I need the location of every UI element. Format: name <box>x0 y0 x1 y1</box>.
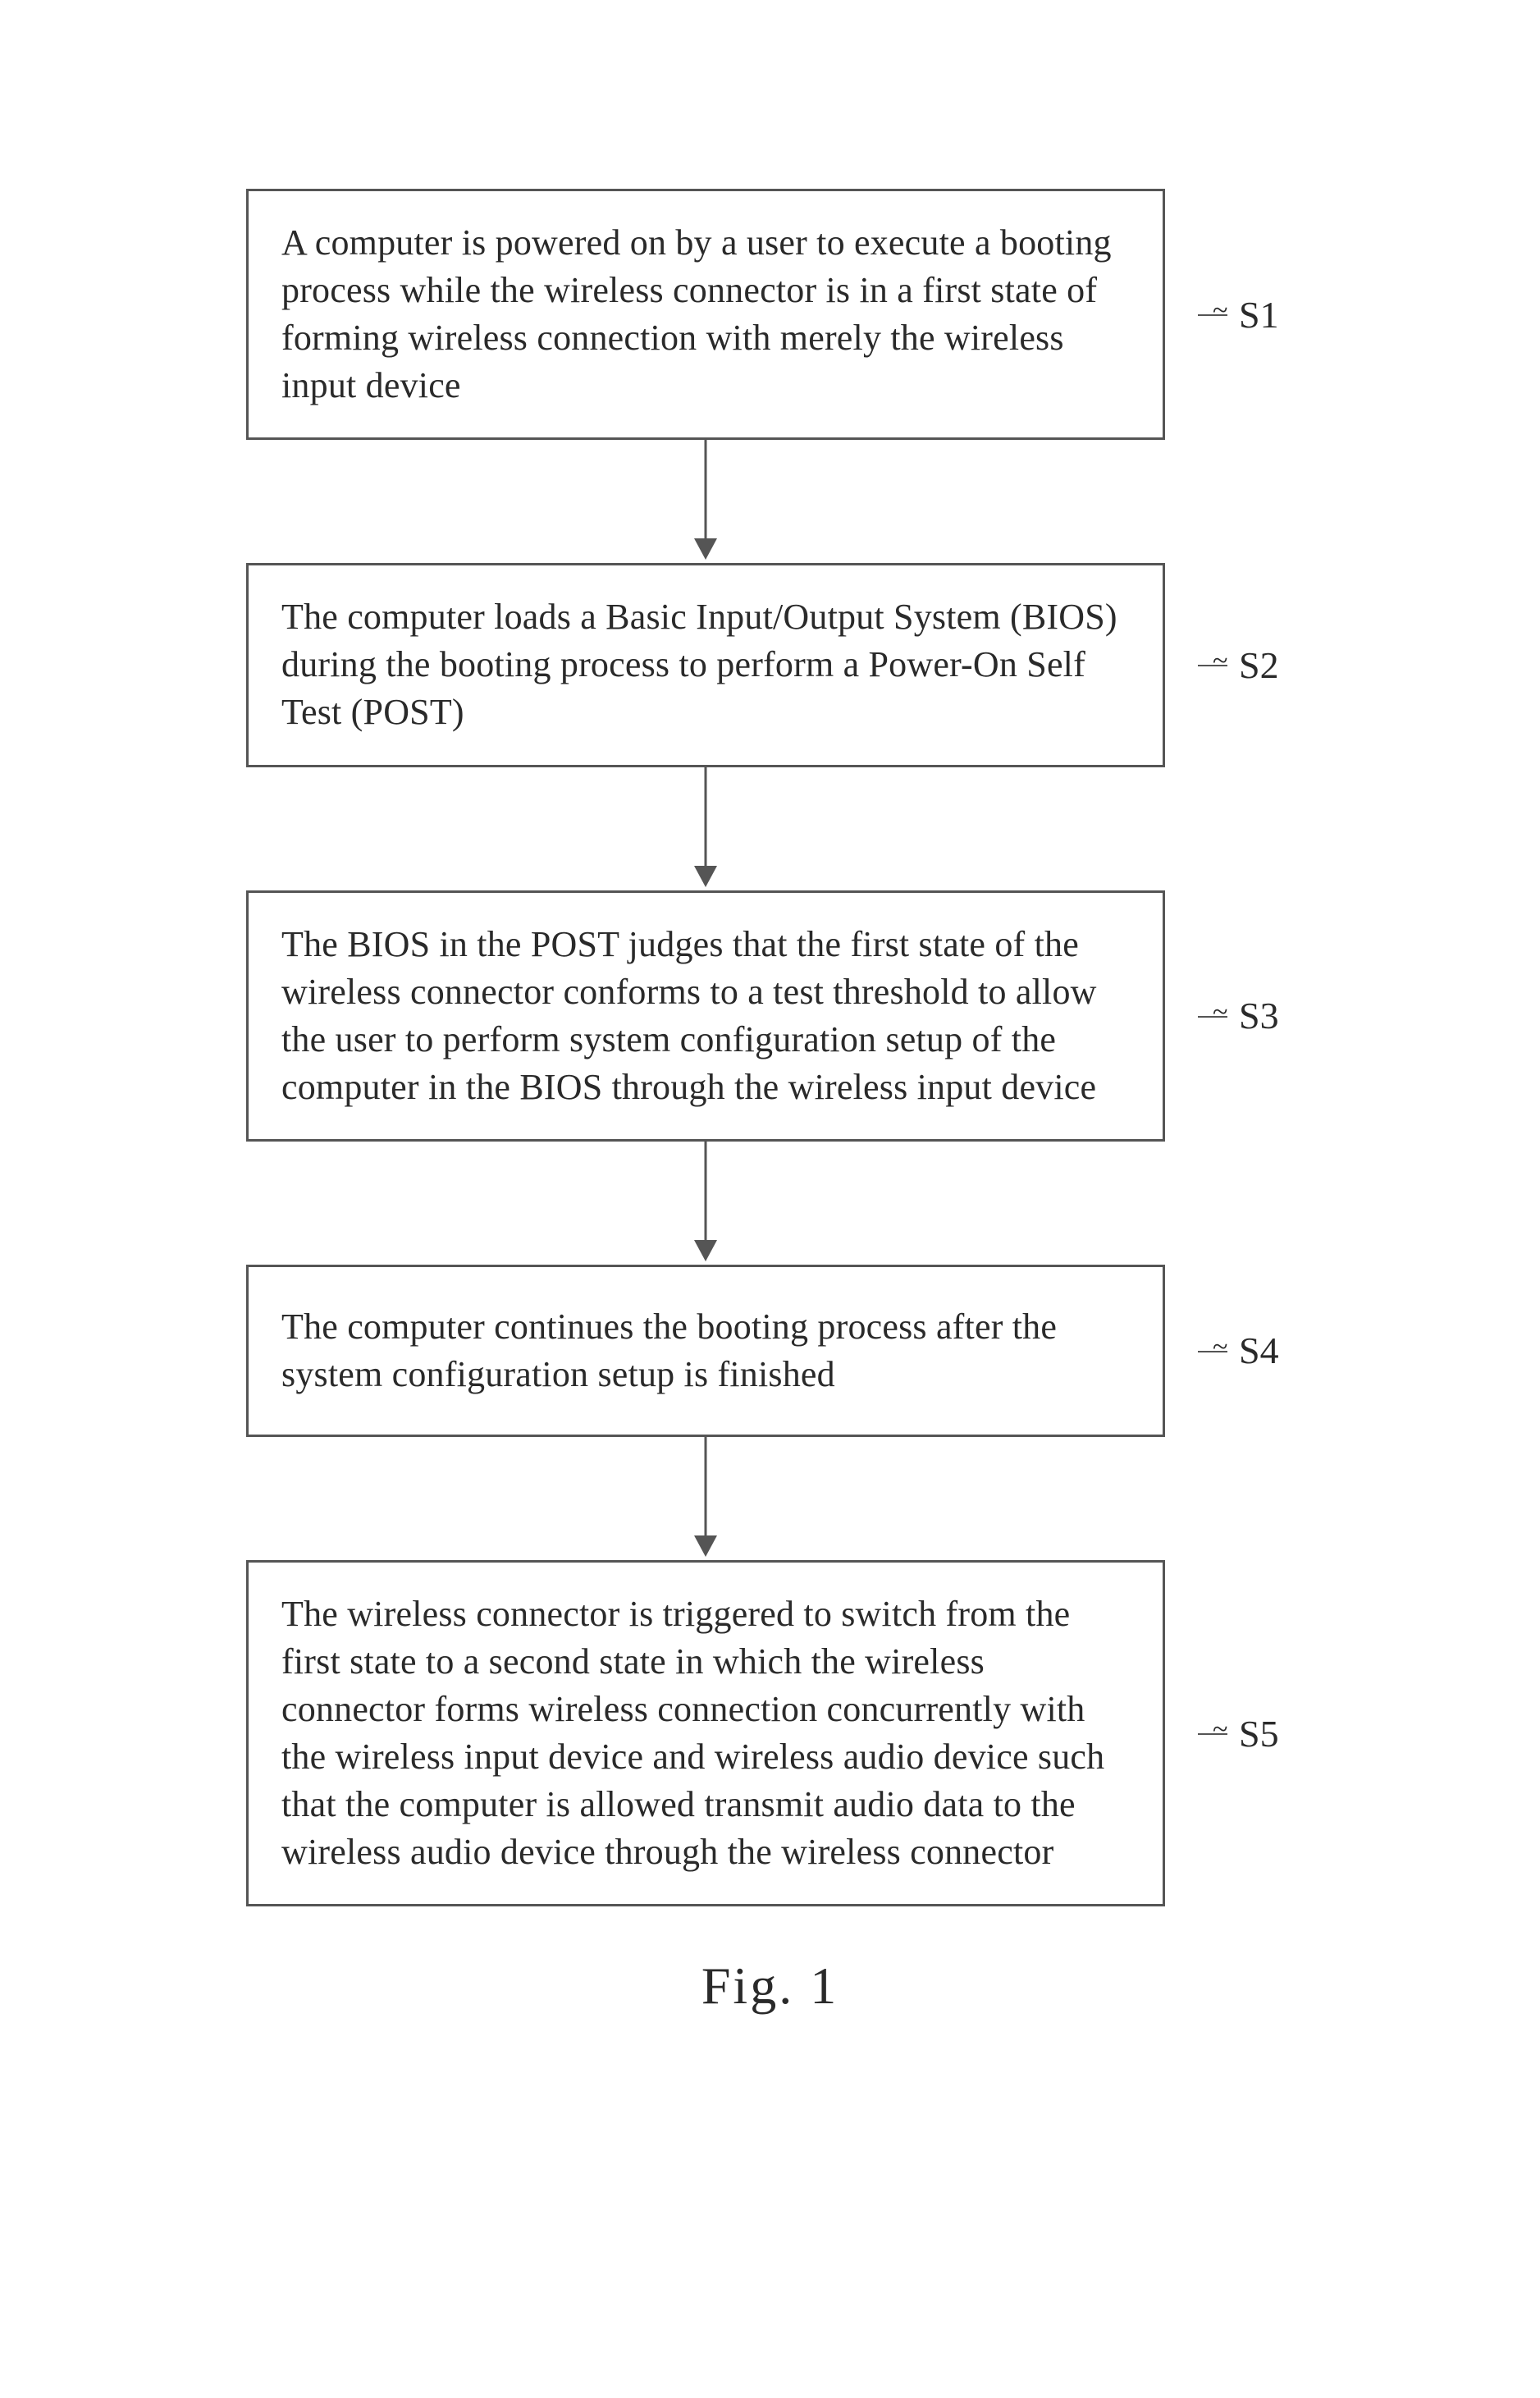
step-label-s1: ~ S1 <box>1198 293 1279 336</box>
step-id-s2: S2 <box>1239 644 1279 686</box>
step-box-s5: The wireless connector is triggered to s… <box>246 1560 1165 1906</box>
label-connector-s5: ~ <box>1213 1714 1227 1746</box>
step-text-s3: The BIOS in the POST judges that the fir… <box>281 921 1133 1111</box>
arrow-s4-s5 <box>246 1437 1165 1560</box>
label-connector-s2: ~ <box>1213 647 1227 678</box>
arrow-head-icon <box>694 866 717 887</box>
step-id-s3: S3 <box>1239 995 1279 1037</box>
step-row-s1: A computer is powered on by a user to ex… <box>246 189 1346 440</box>
step-text-s4: The computer continues the booting proce… <box>281 1303 1133 1398</box>
arrow-s2-s3 <box>246 767 1165 890</box>
flowchart: A computer is powered on by a user to ex… <box>246 189 1346 1906</box>
arrow-shaft <box>705 1142 707 1247</box>
arrow-s1-s2 <box>246 440 1165 563</box>
step-text-s5: The wireless connector is triggered to s… <box>281 1590 1133 1876</box>
figure-caption: Fig. 1 <box>0 1956 1540 2016</box>
arrow-head-icon <box>694 538 717 560</box>
page: A computer is powered on by a user to ex… <box>0 0 1540 2398</box>
label-connector-s4: ~ <box>1213 1332 1227 1363</box>
step-row-s3: The BIOS in the POST judges that the fir… <box>246 890 1346 1142</box>
step-id-s1: S1 <box>1239 294 1279 336</box>
arrow-head-icon <box>694 1535 717 1557</box>
step-text-s1: A computer is powered on by a user to ex… <box>281 219 1133 410</box>
arrow-s3-s4 <box>246 1142 1165 1265</box>
step-label-s4: ~ S4 <box>1198 1329 1279 1372</box>
arrow-shaft <box>705 440 707 545</box>
step-box-s4: The computer continues the booting proce… <box>246 1265 1165 1437</box>
arrow-shaft <box>705 1437 707 1542</box>
step-label-s5: ~ S5 <box>1198 1712 1279 1755</box>
step-label-s3: ~ S3 <box>1198 994 1279 1037</box>
step-box-s2: The computer loads a Basic Input/Output … <box>246 563 1165 767</box>
step-label-s2: ~ S2 <box>1198 643 1279 687</box>
step-box-s1: A computer is powered on by a user to ex… <box>246 189 1165 440</box>
arrow-shaft <box>705 767 707 872</box>
step-id-s5: S5 <box>1239 1713 1279 1755</box>
label-connector-s3: ~ <box>1213 997 1227 1028</box>
arrow-head-icon <box>694 1240 717 1261</box>
step-text-s2: The computer loads a Basic Input/Output … <box>281 593 1133 736</box>
step-row-s4: The computer continues the booting proce… <box>246 1265 1346 1437</box>
step-id-s4: S4 <box>1239 1329 1279 1371</box>
label-connector-s1: ~ <box>1213 295 1227 327</box>
step-row-s2: The computer loads a Basic Input/Output … <box>246 563 1346 767</box>
step-row-s5: The wireless connector is triggered to s… <box>246 1560 1346 1906</box>
step-box-s3: The BIOS in the POST judges that the fir… <box>246 890 1165 1142</box>
